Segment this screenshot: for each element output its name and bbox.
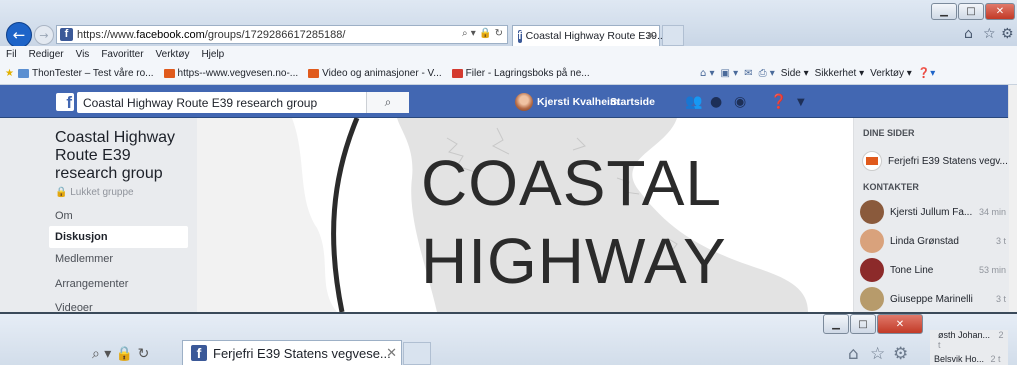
close-button[interactable]: ✕ <box>985 3 1015 20</box>
avatar <box>860 229 884 253</box>
search-value: Coastal Highway Route E39 research group <box>83 95 318 110</box>
contact-item[interactable]: østh Johan... 2 t <box>938 330 1008 350</box>
address-bar-icons[interactable]: ⌕ ▾ 🔒 ↻ <box>92 346 149 362</box>
favorites-star-icon[interactable]: ☆ <box>983 26 996 42</box>
group-privacy-label: 🔒 Lukket gruppe <box>55 187 134 198</box>
avatar[interactable] <box>515 93 533 111</box>
friends-icon[interactable]: 👥 <box>685 94 702 110</box>
address-bar[interactable]: f https://www.facebook.com/groups/172928… <box>56 25 508 44</box>
menu-safety[interactable]: Sikkerhet ▾ <box>815 68 864 79</box>
favorites-star-icon[interactable]: ☆ <box>870 344 885 364</box>
page-icon <box>17 68 29 78</box>
nav-discussion[interactable]: Diskusjon <box>49 226 188 248</box>
home-icon[interactable]: ⌂ <box>848 344 859 364</box>
back-button[interactable]: ← <box>6 22 32 48</box>
home-icon[interactable]: ⌂ <box>964 26 973 42</box>
page-icon <box>163 68 175 78</box>
group-cover-photo[interactable]: COASTAL HIGHWAY <box>197 118 808 312</box>
forward-button[interactable]: → <box>34 25 54 45</box>
search-icon[interactable]: ⌕ <box>366 92 409 113</box>
pages-heading: DINE SIDER <box>863 128 915 138</box>
contacts-heading: KONTAKTER <box>863 182 919 192</box>
address-bar-icons[interactable]: ⌕ ▾ 🔒 ↻ <box>462 28 503 39</box>
contact-item[interactable]: Belsvik Ho... 2 t <box>934 354 1001 364</box>
contact-item[interactable]: Kjersti Jullum Fa... 34 min <box>860 200 1010 224</box>
nav-events[interactable]: Arrangementer <box>49 273 188 295</box>
favorite-link[interactable]: Video og animasjoner - V... <box>308 68 442 79</box>
menu-view[interactable]: Vis <box>76 49 90 60</box>
minimize-button[interactable]: ▁ <box>823 314 849 334</box>
tab-ferjefri[interactable]: f Ferjefri E39 Statens vegvese... ✕ <box>182 340 402 365</box>
page-icon <box>451 68 463 78</box>
facebook-search-input[interactable]: Coastal Highway Route E39 research group… <box>77 92 409 113</box>
notifications-globe-icon[interactable]: ◉ <box>734 94 746 110</box>
avatar <box>860 287 884 311</box>
settings-gear-icon[interactable]: ⚙ <box>893 344 908 364</box>
avatar <box>860 258 884 282</box>
mail-icon[interactable]: ✉ <box>744 68 752 79</box>
tab-close-icon[interactable]: ✕ <box>386 346 397 361</box>
title-bar: ← → f https://www.facebook.com/groups/17… <box>0 0 1017 48</box>
profile-link[interactable]: Kjersti Kvalheim <box>537 96 619 108</box>
tab-facebook-group[interactable]: f Coastal Highway Route E39... ✕ <box>512 25 666 46</box>
group-left-nav: Coastal Highway Route E39 research group… <box>0 118 197 312</box>
facebook-favicon-icon: f <box>518 29 522 43</box>
settings-gear-icon[interactable]: ⚙ <box>1001 26 1014 42</box>
browser-window: ← → f https://www.facebook.com/groups/17… <box>0 0 1017 312</box>
command-bar: ⌂ ▾ ▣ ▾ ✉ ⎙ ▾ Side ▾ Sikkerhet ▾ Verktøy… <box>700 62 935 84</box>
help-icon[interactable]: ❓▾ <box>918 68 935 79</box>
favorites-star-icon[interactable]: ★ <box>5 68 14 79</box>
nav-about[interactable]: Om <box>49 205 188 227</box>
avatar <box>860 200 884 224</box>
page-logo-icon <box>862 151 882 171</box>
favorite-link[interactable]: Filer - Lagringsboks på ne... <box>451 68 590 79</box>
contacts-peek: østh Johan... 2 t Belsvik Ho... 2 t <box>930 330 1008 365</box>
home-icon[interactable]: ⌂ ▾ <box>700 68 715 79</box>
account-menu-icon[interactable]: ▼ <box>797 97 805 108</box>
contact-item[interactable]: Tone Line 53 min <box>860 258 1010 282</box>
menu-edit[interactable]: Rediger <box>29 49 64 60</box>
favorite-link[interactable]: ThonTester – Test våre ro... <box>17 68 154 79</box>
facebook-top-bar: f Coastal Highway Route E39 research gro… <box>0 85 1017 118</box>
page-item[interactable]: Ferjefri E39 Statens vegv... <box>860 149 1010 173</box>
new-tab-button[interactable] <box>403 342 431 365</box>
facebook-favicon-icon: f <box>191 345 207 361</box>
menu-help[interactable]: Hjelp <box>201 49 224 60</box>
feeds-icon[interactable]: ▣ ▾ <box>721 68 739 79</box>
second-browser-window: ▁ □ ✕ ⌕ ▾ 🔒 ↻ f Ferjefri E39 Statens veg… <box>0 314 1017 365</box>
print-icon[interactable]: ⎙ ▾ <box>759 68 775 79</box>
address-url: https://www.facebook.com/groups/17292866… <box>77 28 346 41</box>
maximize-button[interactable]: □ <box>850 314 876 334</box>
tab-title: Coastal Highway Route E39... <box>525 30 666 42</box>
facebook-logo-icon[interactable]: f <box>56 93 74 111</box>
new-tab-button[interactable] <box>662 25 684 46</box>
minimize-button[interactable]: ▁ <box>931 3 957 20</box>
group-title[interactable]: Coastal Highway Route E39 research group <box>55 129 195 183</box>
page-icon <box>308 68 320 78</box>
menu-favorites[interactable]: Favoritter <box>101 49 143 60</box>
menu-page[interactable]: Side ▾ <box>781 68 809 79</box>
tab-title: Ferjefri E39 Statens vegvese... <box>213 345 391 361</box>
cover-title-line-1: COASTAL <box>421 147 722 219</box>
facebook-favicon-icon: f <box>60 28 73 41</box>
tab-close-icon[interactable]: ✕ <box>646 29 655 42</box>
close-button[interactable]: ✕ <box>877 314 923 334</box>
menu-tools[interactable]: Verktøy <box>156 49 190 60</box>
menu-bar: Fil Rediger Vis Favoritter Verktøy Hjelp <box>0 46 1017 62</box>
help-icon[interactable]: ❓ <box>770 94 787 110</box>
maximize-button[interactable]: □ <box>958 3 984 20</box>
nav-videos[interactable]: Videoer <box>49 297 188 312</box>
messenger-icon[interactable]: ● <box>710 94 722 110</box>
menu-file[interactable]: Fil <box>6 49 17 60</box>
cover-title-line-2: HIGHWAY <box>421 225 727 297</box>
nav-members[interactable]: Medlemmer <box>49 248 188 270</box>
menu-tools-cmd[interactable]: Verktøy ▾ <box>870 68 912 79</box>
favorite-link[interactable]: https--www.vegvesen.no-... <box>163 68 298 79</box>
lock-icon: 🔒 <box>55 187 68 198</box>
home-link[interactable]: Startside <box>610 96 655 108</box>
right-sidebar: DINE SIDER Ferjefri E39 Statens vegv... … <box>853 118 1009 312</box>
contact-item[interactable]: Linda Grønstad 3 t <box>860 229 1010 253</box>
contact-item[interactable]: Giuseppe Marinelli 3 t <box>860 287 1010 311</box>
